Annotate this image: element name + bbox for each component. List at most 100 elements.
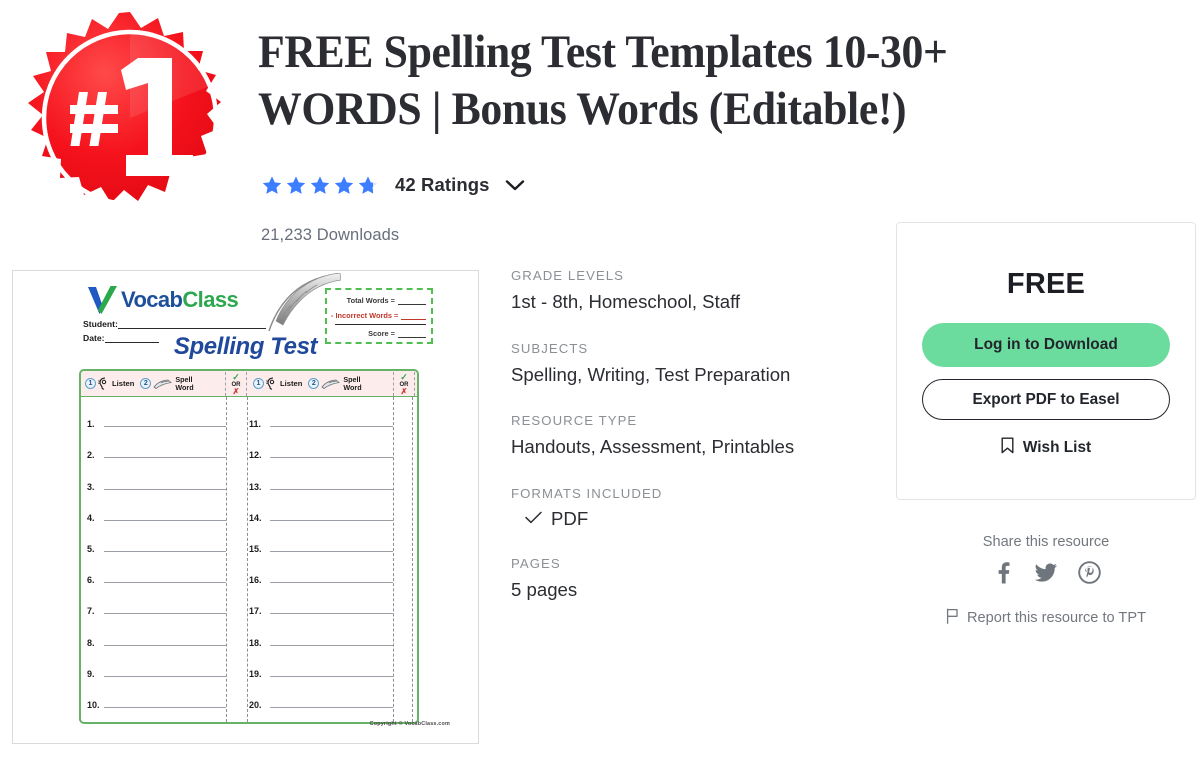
step-listen: 1 Listen	[85, 377, 134, 390]
worksheet-row: 15.	[249, 524, 393, 555]
step-2-label-line-2: Word	[175, 382, 194, 392]
step-1-label-2: Listen	[280, 378, 303, 388]
page-title-line-2: WORDS | Bonus Words (Editable!)	[258, 83, 907, 136]
worksheet-row: 11.	[249, 399, 393, 430]
row-write-line	[104, 613, 226, 615]
meta-group: RESOURCE TYPE Handouts, Assessment, Print…	[511, 413, 881, 460]
step-2-number-2: 2	[308, 378, 320, 389]
total-words-line: Total Words =	[331, 293, 426, 308]
step-listen-2: 1 Listen	[253, 377, 302, 390]
worksheet-row: 16.	[249, 555, 393, 586]
step-1-number: 1	[85, 378, 96, 389]
star-icon	[262, 175, 282, 194]
check-mark-2: ✓	[400, 371, 408, 382]
share-title: Share this resource	[982, 534, 1110, 550]
step-2-label-2: Spell Word	[343, 375, 362, 392]
step-spell: 2 Spell Word	[140, 375, 194, 392]
x-mark-2: ✗	[400, 386, 408, 396]
column-divider	[412, 397, 413, 722]
wish-list-button[interactable]: Wish List	[1001, 437, 1091, 459]
page-title: FREE Spelling Test Templates 10-30+ WORD…	[258, 24, 1104, 139]
row-write-line	[104, 582, 226, 584]
wish-list-label: Wish List	[1022, 439, 1092, 456]
writing-hand-icon	[153, 379, 173, 389]
meta-label: SUBJECTS	[511, 340, 589, 356]
pinterest-icon[interactable]	[1077, 561, 1101, 584]
resource-metadata: GRADE LEVELS 1st - 8th, Homeschool, Staff…	[511, 268, 881, 628]
x-mark: ✗	[232, 386, 240, 396]
report-resource-link[interactable]: Report this resource to TPT	[896, 608, 1196, 628]
worksheet-row: 10.	[87, 680, 226, 711]
worksheet-row: 5.	[87, 524, 226, 555]
worksheet-row: 4.	[87, 493, 226, 524]
meta-group: SUBJECTS Spelling, Writing, Test Preparat…	[511, 341, 881, 388]
meta-value: Spelling, Writing, Test Preparation	[511, 363, 791, 385]
resource-preview-thumbnail[interactable]: VocabClass Student: Date: Total Words = …	[12, 270, 479, 744]
star-icon	[286, 175, 306, 194]
row-write-line	[270, 550, 393, 552]
row-write-line	[104, 519, 226, 521]
star-icon-partial	[358, 175, 378, 194]
row-write-line	[104, 675, 226, 677]
worksheet-row: 14.	[249, 493, 393, 524]
checkmark-v-icon	[88, 286, 117, 314]
facebook-icon[interactable]	[992, 561, 1014, 584]
worksheet-row: 6.	[87, 555, 226, 586]
row-number: 20.	[249, 699, 262, 710]
row-number: 4.	[87, 512, 95, 523]
row-write-line	[104, 706, 226, 708]
rating-row[interactable]: 42 Ratings	[261, 174, 525, 196]
row-number: 13.	[249, 481, 262, 492]
header-half-right: 1 Listen 2 Spell Word ✓ OR ✗	[249, 371, 417, 396]
worksheet-row: 12.	[249, 430, 393, 461]
header-half-left: 1 Listen 2 Spell Word ✓ OR ✗	[81, 371, 249, 396]
row-number: 8.	[87, 637, 95, 648]
row-number: 16.	[249, 575, 262, 586]
login-to-download-button[interactable]: Log in to Download	[922, 323, 1170, 367]
row-write-line	[270, 426, 393, 428]
row-write-line	[270, 457, 393, 459]
mark-column-left: ✓ OR ✗	[225, 372, 247, 396]
row-number: 9.	[87, 668, 95, 679]
number-one-badge	[22, 10, 238, 226]
bookmark-icon	[1001, 437, 1014, 459]
row-write-line	[104, 644, 226, 646]
score-divider	[335, 324, 426, 325]
row-number: 14.	[249, 512, 262, 523]
row-number: 11.	[249, 419, 262, 430]
downloads-count: 21,233 Downloads	[261, 226, 400, 244]
worksheet-row: 1.	[87, 399, 226, 430]
row-write-line	[104, 550, 226, 552]
row-write-line	[104, 426, 226, 428]
worksheet-rows: 1. 2. 3. 4. 5. 6. 7. 8. 9. 10. 11. 12. 13. 14. 15. 16.…	[81, 397, 417, 722]
row-write-line	[270, 675, 393, 677]
worksheet-row: 18.	[249, 617, 393, 648]
report-label: Report this resource to TPT	[967, 610, 1146, 626]
worksheet-table: 1 Listen 2 Spell Word ✓ OR ✗ 1 Listen 2 …	[79, 369, 419, 724]
row-number: 6.	[87, 575, 95, 586]
formats-label: FORMATS INCLUDED	[511, 485, 663, 501]
row-write-line	[104, 457, 226, 459]
format-label-pdf: PDF	[551, 507, 589, 529]
worksheet-page: VocabClass Student: Date: Total Words = …	[13, 271, 478, 743]
chevron-down-icon[interactable]	[505, 179, 525, 192]
row-number: 2.	[87, 450, 95, 461]
worksheet-row: 13.	[249, 461, 393, 492]
twitter-icon[interactable]	[1034, 561, 1058, 584]
row-number: 18.	[249, 637, 262, 648]
worksheet-copyright: Copyright © VocabClass.com	[369, 721, 450, 727]
step-1-label: Listen	[112, 378, 135, 388]
share-icon-list	[896, 561, 1196, 584]
worksheet-row: 9.	[87, 649, 226, 680]
step-2-label-2-line-2: Word	[343, 382, 362, 392]
column-divider	[247, 397, 248, 722]
row-number: 12.	[249, 450, 262, 461]
export-pdf-to-easel-button[interactable]: Export PDF to Easel	[922, 379, 1170, 420]
row-write-line	[270, 644, 393, 646]
row-write-line	[270, 613, 393, 615]
format-item-pdf: PDF	[511, 508, 881, 530]
worksheet-row: 19.	[249, 649, 393, 680]
row-number: 5.	[87, 543, 95, 554]
logo-text-vocab: Vocab	[121, 287, 183, 312]
row-number: 17.	[249, 606, 262, 617]
